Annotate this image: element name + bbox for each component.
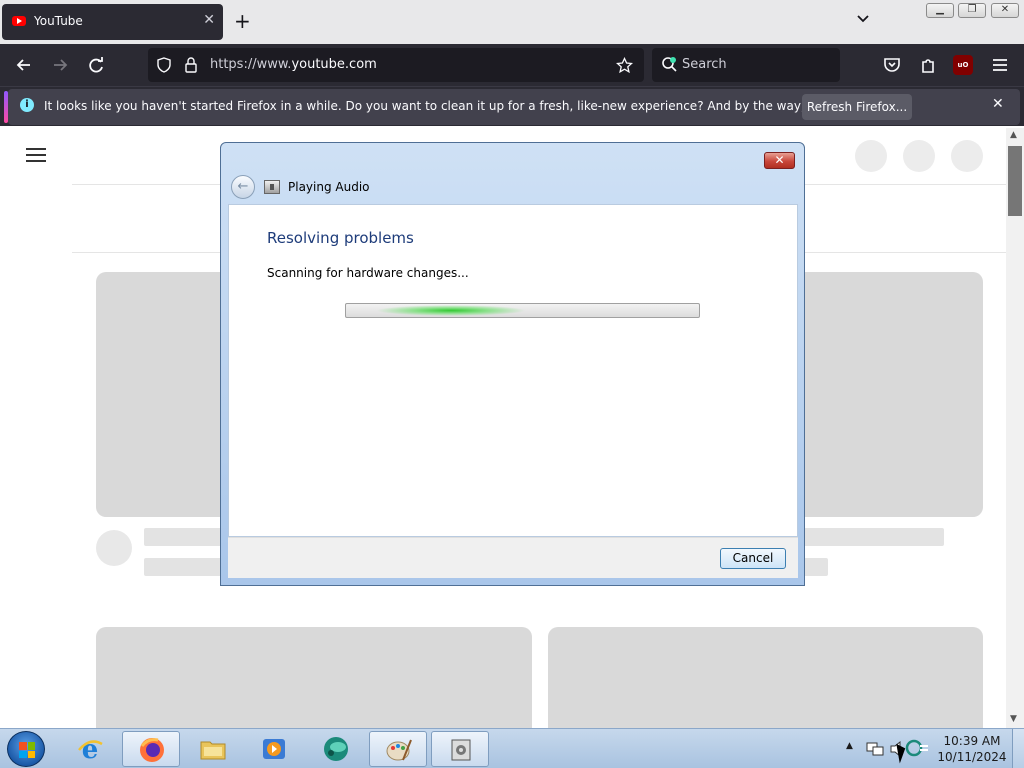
video-thumbnail-placeholder [96,627,532,728]
tab-strip: YouTube ✕ + ▁ ❐ ✕ [0,0,1024,44]
tab-youtube[interactable]: YouTube ✕ [2,4,223,40]
firefox-icon [140,738,164,762]
scrollbar-thumb[interactable] [1008,146,1022,216]
info-icon: i [20,98,34,112]
video-thumbnail-placeholder [548,627,983,728]
media-player-icon [263,739,285,759]
tab-close-icon[interactable]: ✕ [203,12,215,28]
troubleshooter-icon [451,739,471,761]
refresh-firefox-button[interactable]: Refresh Firefox... [802,94,912,120]
ublock-origin-icon[interactable]: uO [953,55,973,75]
close-window-button[interactable]: ✕ [991,3,1019,18]
url-prefix: https://www. [210,57,292,72]
youtube-favicon-icon [12,16,26,26]
navigation-toolbar: https://www.youtube.com Search uO [0,44,1024,86]
notification-message: It looks like you haven't started Firefo… [44,99,900,113]
bookmark-star-icon[interactable] [616,57,633,74]
refresh-firefox-notification: i It looks like you haven't started Fire… [0,86,1024,126]
scroll-up-icon[interactable]: ▲ [1010,130,1017,140]
dialog-title: Playing Audio [288,180,370,194]
show-hidden-icons-icon[interactable]: ▲ [846,741,853,751]
new-tab-button[interactable]: + [234,10,251,32]
folder-icon [200,741,226,760]
header-placeholder-circle [855,140,887,172]
channel-avatar-placeholder [96,530,132,566]
notification-accent [4,91,8,123]
url-text[interactable]: https://www.youtube.com [210,57,377,72]
taskbar-internet-explorer[interactable]: e [61,731,119,767]
svg-text:e: e [82,735,99,763]
extensions-icon[interactable] [917,54,939,76]
page-scrollbar[interactable]: ▲ ▼ [1006,128,1024,728]
progress-bar [345,303,700,318]
header-placeholder-circle [951,140,983,172]
url-bar[interactable]: https://www.youtube.com [148,48,644,82]
cancel-button[interactable]: Cancel [720,548,786,569]
troubleshooter-dialog: ✕ ← Playing Audio Resolving problems Sca… [220,142,805,586]
lock-icon[interactable] [184,56,198,74]
search-engine-icon [662,57,677,72]
forward-arrow-icon[interactable] [49,54,71,76]
status-text: Scanning for hardware changes... [267,266,469,280]
taskbar-media-player[interactable] [245,731,303,767]
pocket-icon[interactable] [881,54,903,76]
paint-palette-icon [386,739,412,761]
taskbar-firefox[interactable] [122,731,180,767]
windows-logo-icon [19,742,35,758]
youtube-menu-icon[interactable] [26,148,46,162]
dialog-close-button[interactable]: ✕ [764,152,795,169]
troubleshooter-icon [264,180,280,194]
progress-marquee [376,305,526,316]
tracking-shield-icon[interactable] [156,57,172,73]
notification-close-icon[interactable]: ✕ [992,96,1004,112]
internet-explorer-icon: e [78,735,103,763]
reload-icon[interactable] [85,54,107,76]
network-icon[interactable] [866,740,884,758]
tab-title: YouTube [34,14,83,28]
dialog-content: Resolving problems Scanning for hardware… [228,204,798,537]
search-placeholder: Search [682,57,727,72]
taskbar-file-explorer[interactable] [184,731,242,767]
dialog-footer: Cancel [228,537,798,578]
search-bar[interactable]: Search [652,48,840,82]
restore-window-button[interactable]: ❐ [958,3,986,18]
url-domain: youtube.com [291,57,377,72]
scroll-down-icon[interactable]: ▼ [1010,714,1017,724]
taskbar-paint[interactable] [369,731,427,767]
system-clock[interactable]: 10:39 AM 10/11/2024 [936,733,1008,765]
app-menu-icon[interactable] [989,54,1011,76]
taskbar: e ▲ 10:39 AM 10/11/2024 [0,728,1024,768]
taskbar-troubleshooter[interactable] [431,731,489,767]
show-desktop-button[interactable] [1012,729,1024,768]
clock-time: 10:39 AM [943,734,1001,748]
start-button[interactable] [7,731,45,767]
cloud-sync-icon[interactable] [904,738,930,758]
minimize-window-button[interactable]: ▁ [926,3,954,18]
back-arrow-icon[interactable]: ← [231,175,255,199]
taskbar-app[interactable] [307,731,365,767]
list-all-tabs-icon[interactable] [856,12,870,26]
dialog-heading: Resolving problems [267,229,414,247]
back-arrow-icon[interactable] [13,54,35,76]
header-placeholder-circle [903,140,935,172]
clock-date: 10/11/2024 [937,750,1007,764]
app-globe-icon [324,737,348,761]
